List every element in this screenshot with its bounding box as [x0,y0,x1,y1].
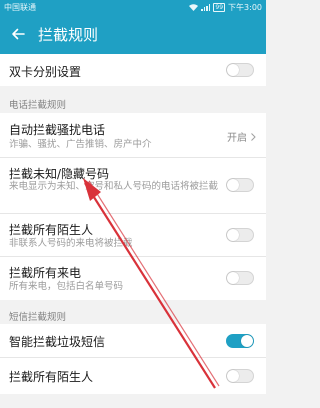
block-strangers-call-desc: 非联系人号码的来电将被拦截 [9,238,133,249]
back-button[interactable] [0,14,36,54]
auto-block-label: 自动拦截骚扰电话 [9,123,106,137]
smart-spam-toggle[interactable] [226,334,254,348]
unknown-hidden-toggle[interactable] [226,178,254,192]
smart-spam-label: 智能拦截垃圾短信 [9,335,106,349]
back-arrow-icon [12,28,25,40]
status-bar: 中国联通 99 下午3:00 [0,0,266,14]
block-all-calls-desc: 所有来电，包括白名单号码 [9,281,124,292]
wifi-icon [189,3,199,11]
auto-block-status: 开启 [227,133,247,144]
block-strangers-sms-toggle[interactable] [226,369,254,383]
carrier-label: 中国联通 [4,2,36,12]
block-all-calls-row[interactable]: 拦截所有来电 所有来电，包括白名单号码 [0,257,266,300]
block-strangers-call-row[interactable]: 拦截所有陌生人 非联系人号码的来电将被拦截 [0,214,266,257]
auto-block-value: 开启 [227,129,256,144]
app-bar: 拦截规则 [0,14,266,54]
block-strangers-call-toggle[interactable] [226,228,254,242]
block-all-calls-toggle[interactable] [226,271,254,285]
signal-icon [201,3,211,11]
block-strangers-sms-label: 拦截所有陌生人 [9,370,94,384]
unknown-hidden-row[interactable]: 拦截未知/隐藏号码 来电显示为未知、空号和私人号码的电话将被拦截 [0,158,266,214]
chevron-right-icon [251,132,256,141]
block-strangers-sms-row[interactable]: 拦截所有陌生人 [0,358,266,394]
clock: 下午3:00 [228,2,262,12]
auto-block-row[interactable]: 自动拦截骚扰电话 诈骗、骚扰、广告推销、房产中介 开启 [0,113,266,158]
battery-icon: 99 [213,2,226,12]
sms-rules-heading: 短信拦截规则 [9,312,67,323]
block-all-calls-label: 拦截所有来电 [9,266,82,280]
dual-sim-label: 双卡分别设置 [9,65,82,79]
smart-spam-row[interactable]: 智能拦截垃圾短信 [0,324,266,358]
status-icons: 99 下午3:00 [189,2,262,13]
page-title: 拦截规则 [38,25,99,44]
unknown-hidden-label: 拦截未知/隐藏号码 [9,167,110,181]
call-rules-heading: 电话拦截规则 [9,100,67,111]
auto-block-desc: 诈骗、骚扰、广告推销、房产中介 [9,139,152,150]
dual-sim-toggle[interactable] [226,63,254,77]
dual-sim-row[interactable]: 双卡分别设置 [0,54,266,86]
unknown-hidden-desc: 来电显示为未知、空号和私人号码的电话将被拦截 [9,181,219,192]
block-strangers-call-label: 拦截所有陌生人 [9,223,94,237]
